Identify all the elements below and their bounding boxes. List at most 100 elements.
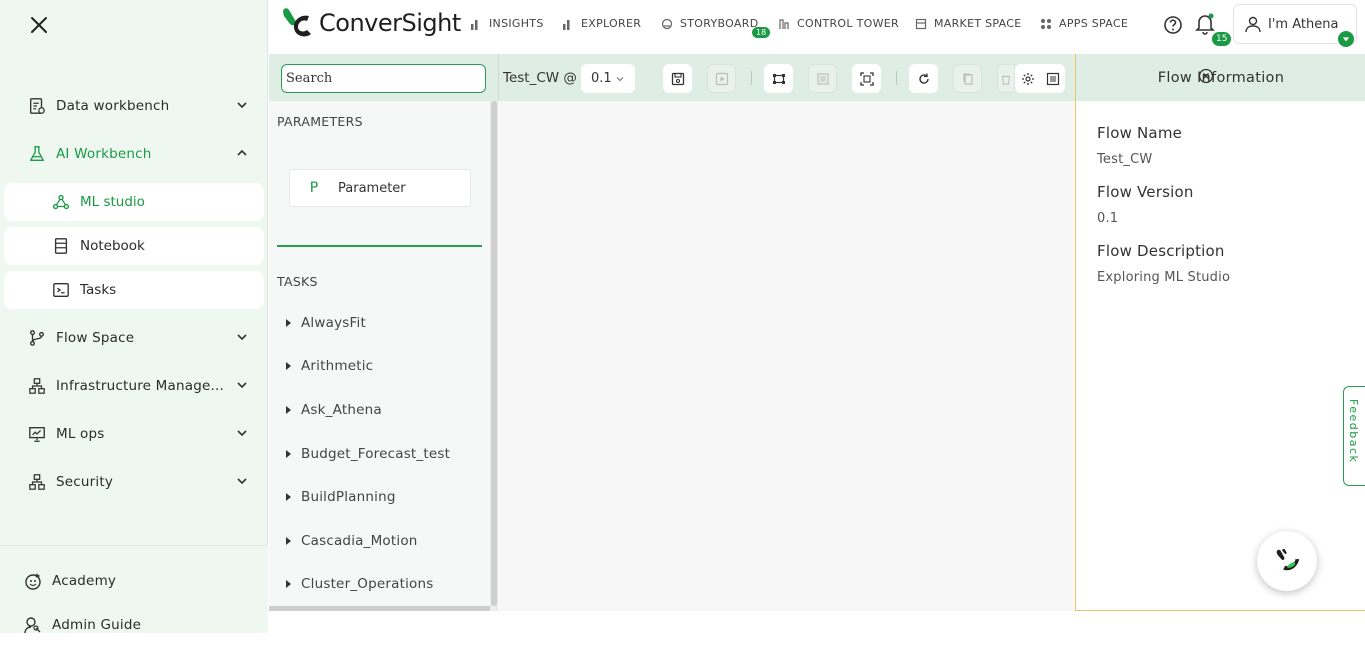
caret-right-icon[interactable] (286, 405, 291, 414)
parameter-card[interactable]: P Parameter (289, 169, 471, 207)
gear-icon[interactable] (1021, 72, 1035, 86)
task-item[interactable]: Budget_Forecast_test (269, 432, 490, 476)
flow-canvas[interactable] (499, 101, 1075, 611)
user-menu[interactable]: I'm Athena (1233, 4, 1357, 47)
fit-view-button[interactable] (764, 64, 793, 93)
sidebar-item-infrastructure[interactable]: Infrastructure Manage... (0, 366, 268, 406)
sidebar-item-label: ML ops (56, 426, 105, 442)
flow-name-value: Test_CW (1097, 152, 1153, 167)
chevron-down-icon[interactable] (236, 475, 248, 487)
task-item[interactable]: Cluster_Operations (269, 563, 490, 607)
save-icon (671, 72, 685, 86)
version-select[interactable]: 0.1 (581, 64, 635, 93)
tasks-heading: TASKS (277, 274, 318, 289)
nav-market-space[interactable]: MARKET SPACE (915, 17, 1022, 30)
task-item[interactable]: BuildPlanning (269, 475, 490, 519)
info-panel-icon[interactable] (1046, 72, 1060, 86)
chevron-down-icon[interactable] (236, 99, 248, 111)
task-item[interactable]: Arithmetic (269, 345, 490, 389)
sidebar-item-ai-workbench[interactable]: AI Workbench (0, 134, 268, 174)
caret-right-icon[interactable] (286, 362, 291, 371)
task-label: Ask_Athena (301, 401, 382, 418)
tasks-list: AlwaysFit Arithmetic Ask_Athena Budget_F… (269, 301, 490, 606)
user-search-icon (23, 615, 43, 635)
layout-button[interactable] (808, 64, 837, 93)
sidebar-subitem-tasks[interactable]: Tasks (4, 271, 264, 309)
task-item[interactable]: AlwaysFit (269, 301, 490, 345)
scrollbar-thumb[interactable] (491, 101, 497, 606)
editor-toolbar: Test_CW @ 0.1 (269, 54, 1075, 101)
notification-count-badge: 15 (1212, 32, 1232, 46)
tower-icon (778, 18, 790, 30)
nav-storyboard[interactable]: STORYBOARD (661, 17, 758, 30)
chevron-down-icon[interactable] (236, 331, 248, 343)
caret-right-icon[interactable] (286, 318, 291, 327)
sidebar-item-label: Academy (52, 573, 117, 589)
sidebar-item-flow-space[interactable]: Flow Space (0, 318, 268, 358)
nodes-icon (51, 192, 71, 212)
brand-logo[interactable]: ConverSight (279, 6, 461, 40)
task-item[interactable]: Ask_Athena (269, 388, 490, 432)
feedback-tab[interactable]: Feedback (1343, 386, 1365, 486)
sidebar-item-ml-ops[interactable]: ML ops (0, 414, 268, 454)
user-name: I'm Athena (1268, 16, 1339, 32)
save-button[interactable] (663, 64, 692, 93)
help-icon[interactable] (1163, 15, 1183, 35)
caret-right-icon[interactable] (286, 536, 291, 545)
task-label: Arithmetic (301, 358, 374, 375)
conversight-logo-icon (283, 8, 311, 37)
brand-name: ConverSight (319, 9, 461, 37)
horizontal-scrollbar[interactable] (269, 606, 490, 611)
sidebar-item-label: Data workbench (56, 98, 170, 114)
task-item[interactable]: Cascadia_Motion (269, 519, 490, 563)
sidebar-subitem-label: Notebook (80, 238, 145, 254)
user-dropdown-icon[interactable] (1338, 31, 1354, 47)
panel-title: Flow Information (1157, 69, 1285, 86)
delete-button[interactable] (997, 64, 1015, 93)
flow-version-value: 0.1 (1097, 211, 1119, 226)
close-icon[interactable] (28, 14, 50, 36)
sidebar-subitem-ml-studio[interactable]: ML studio (4, 183, 264, 221)
academy-icon (23, 571, 43, 591)
chat-assistant-button[interactable] (1257, 531, 1317, 591)
refresh-button[interactable] (909, 64, 938, 93)
sidebar-item-label: AI Workbench (56, 146, 152, 162)
chevron-down-icon[interactable] (236, 379, 248, 391)
caret-right-icon[interactable] (286, 580, 291, 589)
task-label: BuildPlanning (301, 489, 396, 506)
nav-explorer[interactable]: EXPLORER (562, 17, 641, 30)
run-button[interactable] (707, 64, 736, 93)
layout-icon (816, 72, 830, 86)
user-icon (1244, 15, 1262, 33)
close-circle-icon[interactable] (1198, 68, 1214, 84)
sidebar-item-data-workbench[interactable]: Data workbench (0, 86, 268, 126)
task-label: AlwaysFit (301, 314, 366, 331)
copy-button[interactable] (953, 64, 982, 93)
branch-icon (27, 328, 47, 348)
sidebar-item-security[interactable]: Security (0, 462, 268, 502)
settings-group (1015, 64, 1065, 93)
chevron-down-icon (615, 73, 625, 83)
hierarchy-icon (27, 376, 47, 396)
sidebar-subitem-notebook[interactable]: Notebook (4, 227, 264, 265)
nav-apps-space[interactable]: APPS SPACE (1040, 17, 1128, 30)
chevron-up-icon[interactable] (236, 147, 248, 159)
nav-label: MARKET SPACE (934, 17, 1022, 30)
chevron-down-icon[interactable] (236, 427, 248, 439)
expand-icon (859, 71, 874, 86)
sidebar-item-admin-guide[interactable]: Admin Guide (0, 605, 268, 645)
nav-label: APPS SPACE (1059, 17, 1129, 30)
nav-insights[interactable]: INSIGHTS (470, 17, 544, 30)
caret-right-icon[interactable] (286, 493, 291, 502)
nav-control-tower[interactable]: CONTROL TOWER (778, 17, 899, 30)
search-input[interactable] (281, 64, 486, 93)
sidebar-item-academy[interactable]: Academy (0, 561, 268, 601)
parameter-icon: P (309, 180, 319, 196)
bar-chart-icon (562, 18, 574, 30)
notification-bell-icon[interactable] (1195, 13, 1215, 35)
caret-right-icon[interactable] (286, 449, 291, 458)
parameters-heading: PARAMETERS (277, 114, 363, 129)
notebook-icon (51, 236, 71, 256)
zoom-fit-button[interactable] (852, 64, 881, 93)
store-icon (915, 18, 927, 30)
